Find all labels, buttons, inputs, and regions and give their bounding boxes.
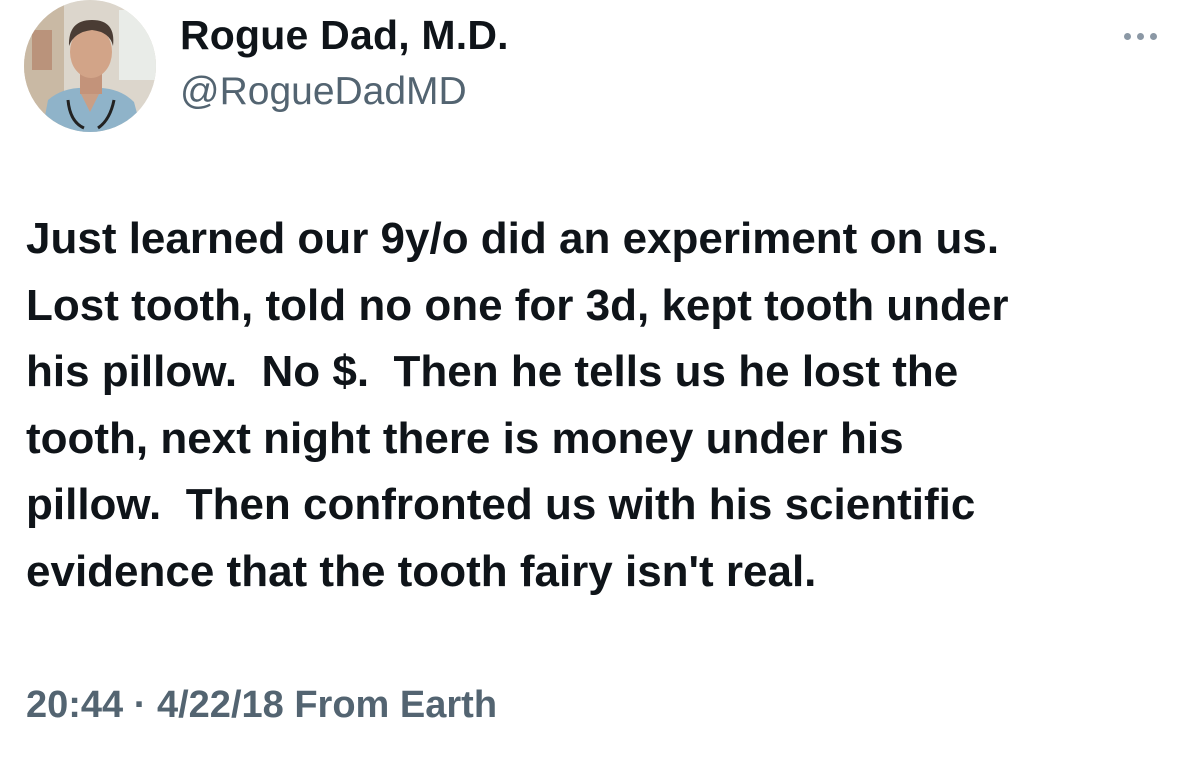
tweet-card: Rogue Dad, M.D. @RogueDadMD Just learned…	[0, 0, 1200, 758]
author-avatar[interactable]	[24, 0, 156, 132]
tweet-text-line: Just learned our 9y/o did an experiment …	[26, 214, 1000, 263]
tweet-time[interactable]: 20:44	[26, 684, 123, 726]
more-options-button[interactable]	[1110, 18, 1170, 54]
ellipsis-icon	[1149, 32, 1157, 40]
tweet-text: Just learned our 9y/o did an experiment …	[26, 206, 1176, 605]
tweet-source: From Earth	[294, 684, 498, 726]
tweet-text-line: Lost tooth, told no one for 3d, kept too…	[26, 280, 1009, 330]
avatar-image	[24, 0, 156, 132]
tweet-text-line: tooth, next night there is money under h…	[26, 413, 904, 463]
tweet-text-line: his pillow. No $. Then he tells us he lo…	[26, 347, 959, 396]
tweet-metadata: 20:44 · 4/22/18 From Earth	[26, 684, 497, 727]
ellipsis-icon	[1136, 32, 1144, 40]
meta-separator: ·	[133, 684, 147, 726]
tweet-date[interactable]: 4/22/18	[157, 684, 284, 726]
tweet-text-line: evidence that the tooth fairy isn't real…	[26, 546, 817, 596]
ellipsis-icon	[1123, 32, 1131, 40]
author-display-name[interactable]: Rogue Dad, M.D.	[180, 12, 509, 59]
tweet-text-line: pillow. Then confronted us with his scie…	[26, 480, 976, 529]
author-handle[interactable]: @RogueDadMD	[180, 70, 467, 114]
